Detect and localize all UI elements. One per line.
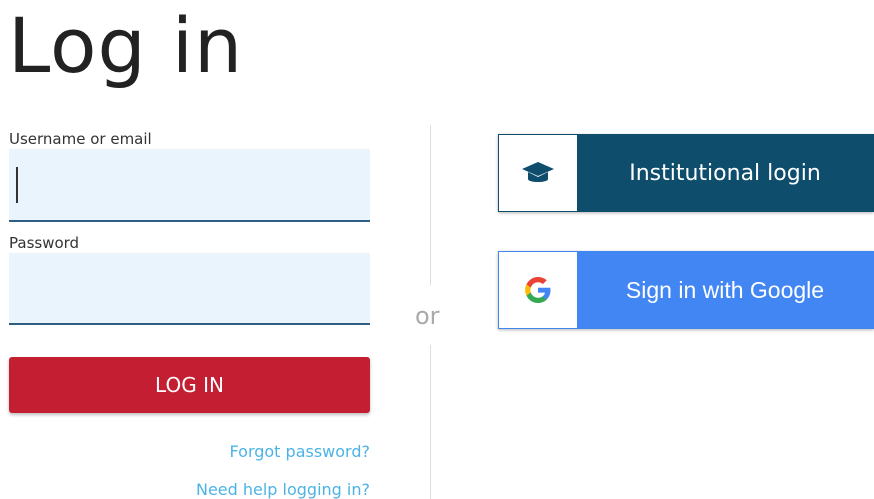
divider-bottom bbox=[430, 345, 431, 499]
text-caret bbox=[16, 167, 18, 203]
or-separator: or bbox=[415, 302, 440, 330]
institutional-login-label: Institutional login bbox=[577, 135, 873, 211]
username-label: Username or email bbox=[9, 130, 152, 148]
password-field[interactable] bbox=[9, 253, 370, 325]
google-signin-button[interactable]: Sign in with Google bbox=[498, 251, 874, 329]
institutional-login-button[interactable]: Institutional login bbox=[498, 134, 874, 212]
username-field[interactable] bbox=[9, 149, 370, 222]
forgot-password-link[interactable]: Forgot password? bbox=[230, 442, 370, 461]
graduation-cap-icon bbox=[499, 135, 577, 211]
page-title: Log in bbox=[8, 1, 244, 90]
google-signin-label: Sign in with Google bbox=[577, 252, 873, 328]
help-logging-in-link[interactable]: Need help logging in? bbox=[196, 480, 370, 499]
password-label: Password bbox=[9, 234, 80, 252]
google-logo-icon bbox=[499, 252, 577, 328]
login-button[interactable]: LOG IN bbox=[9, 357, 370, 413]
divider-top bbox=[430, 125, 431, 285]
